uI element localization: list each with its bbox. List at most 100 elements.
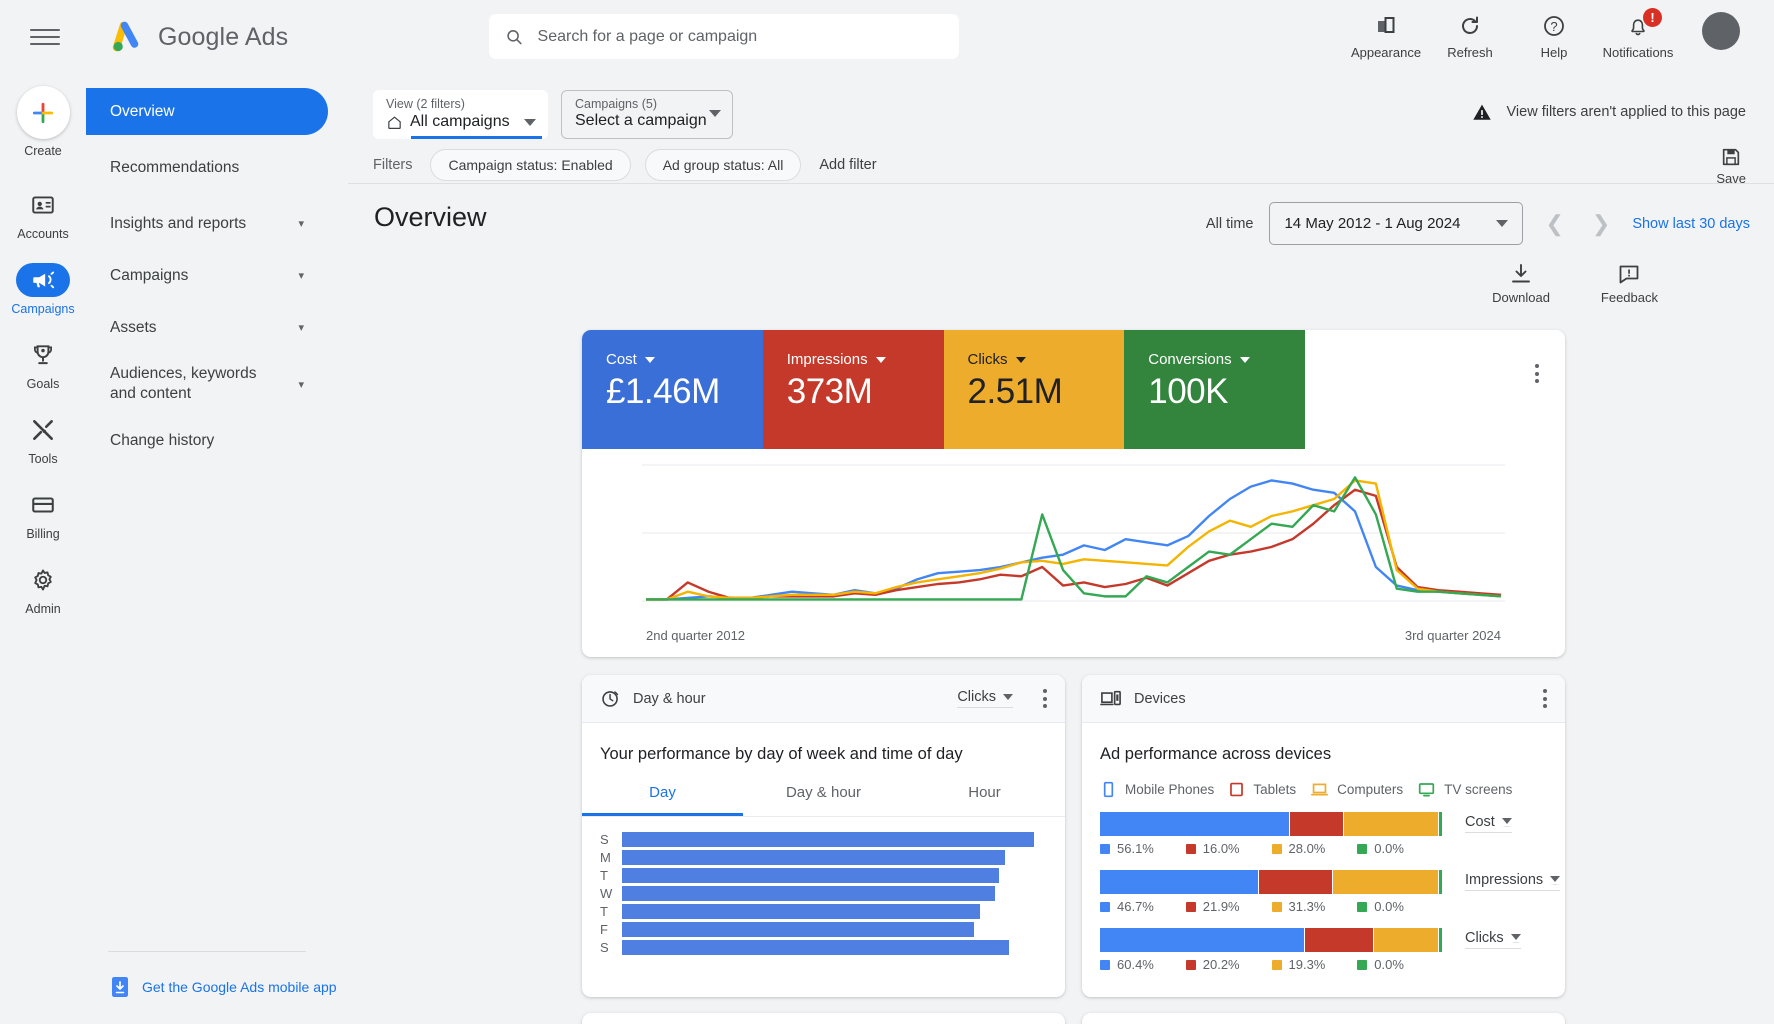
metric-value-impressions: 373M <box>787 372 922 412</box>
device-metric-selector[interactable]: Impressions <box>1443 870 1547 891</box>
metric-card-clicks[interactable]: Clicks 2.51M <box>944 330 1125 449</box>
day-bar-row[interactable]: W <box>600 885 1065 901</box>
rail-item-campaigns[interactable]: Campaigns <box>0 263 86 316</box>
performance-card-menu-button[interactable] <box>1535 364 1539 383</box>
device-bar-group: 46.7%21.9%31.3%0.0% <box>1100 870 1443 914</box>
device-percent-label: 19.3% <box>1289 957 1326 972</box>
metric-label-impressions: Impressions <box>787 351 868 368</box>
refresh-button[interactable]: Refresh <box>1428 8 1512 60</box>
metric-label-conversions: Conversions <box>1148 351 1231 368</box>
tab-day[interactable]: Day <box>582 784 743 816</box>
x-axis-label-start: 2nd quarter 2012 <box>646 628 745 643</box>
performance-card: Cost £1.46M Impressions 373M Clicks 2.51… <box>582 330 1565 657</box>
rail-item-create[interactable]: Create <box>0 86 86 158</box>
day-bar-row[interactable]: T <box>600 903 1065 919</box>
filter-chip-ad-group-status[interactable]: Ad group status: All <box>645 149 802 181</box>
device-bar-group: 56.1%16.0%28.0%0.0% <box>1100 812 1443 856</box>
rail-item-accounts[interactable]: Accounts <box>0 188 86 241</box>
chevron-down-icon <box>1511 934 1521 943</box>
appearance-label: Appearance <box>1351 45 1421 60</box>
device-percent-item: 0.0% <box>1357 957 1443 972</box>
metric-value-cost: £1.46M <box>606 372 741 412</box>
legend-item-computers[interactable]: Computers <box>1310 781 1403 798</box>
metric-card-impressions[interactable]: Impressions 373M <box>763 330 944 449</box>
all-time-label: All time <box>1206 216 1254 232</box>
search-input[interactable] <box>538 28 943 46</box>
download-button[interactable]: Download <box>1492 262 1550 305</box>
day-bar-fill <box>622 850 1005 865</box>
trophy-icon-wrap <box>16 338 70 372</box>
notifications-button[interactable]: ! Notifications <box>1596 8 1680 60</box>
save-button[interactable]: Save <box>1716 146 1746 186</box>
day-bar-row[interactable]: S <box>600 939 1065 955</box>
sidebar-label-overview: Overview <box>110 103 175 121</box>
device-color-swatch <box>1357 960 1367 970</box>
sidebar-item-campaigns[interactable]: Campaigns ▾ <box>86 252 328 299</box>
metric-cards: Cost £1.46M Impressions 373M Clicks 2.51… <box>582 330 1565 449</box>
day-bar-row[interactable]: M <box>600 849 1065 865</box>
menu-icon[interactable] <box>30 22 60 52</box>
legend-item-tablets[interactable]: Tablets <box>1228 781 1296 798</box>
device-percent-item: 19.3% <box>1272 957 1358 972</box>
feedback-icon <box>1617 262 1641 286</box>
day-hour-card-menu-button[interactable] <box>1043 689 1047 708</box>
tab-hour[interactable]: Hour <box>904 784 1065 816</box>
day-bar-row[interactable]: T <box>600 867 1065 883</box>
rail-label-billing: Billing <box>26 527 59 541</box>
chevron-down-icon: ▾ <box>298 217 304 230</box>
day-hour-metric-selector[interactable]: Clicks <box>957 689 1013 708</box>
next-period-button[interactable]: ❯ <box>1586 211 1616 237</box>
sidebar-item-change-history[interactable]: Change history <box>86 417 328 464</box>
chevron-down-icon <box>1502 818 1512 827</box>
notifications-label: Notifications <box>1603 45 1674 60</box>
day-hour-metric-value: Clicks <box>957 689 996 705</box>
device-percent-item: 56.1% <box>1100 841 1186 856</box>
device-bar-segment <box>1100 928 1305 952</box>
devices-card-menu-button[interactable] <box>1543 689 1547 708</box>
day-bar-label: F <box>600 922 622 937</box>
device-percent-label: 20.2% <box>1203 957 1240 972</box>
appearance-button[interactable]: Appearance <box>1344 8 1428 60</box>
help-button[interactable]: ? Help <box>1512 8 1596 60</box>
search-box[interactable] <box>488 13 960 60</box>
legend-item-tv-screens[interactable]: TV screens <box>1417 781 1512 798</box>
legend-label-mobile: Mobile Phones <box>1125 782 1214 797</box>
sidebar-item-recommendations[interactable]: Recommendations <box>86 144 328 191</box>
add-filter-button[interactable]: Add filter <box>819 157 876 173</box>
feedback-label: Feedback <box>1601 290 1658 305</box>
view-selector[interactable]: View (2 filters) All campaigns <box>373 90 548 139</box>
device-metric-selector[interactable]: Cost <box>1443 812 1547 833</box>
sidebar-item-audiences-keywords-and-content[interactable]: Audiences, keywords and content ▾ <box>86 353 328 415</box>
day-bar-fill <box>622 868 999 883</box>
campaign-selector[interactable]: Campaigns (5) Select a campaign <box>561 90 733 139</box>
metric-label-row: Impressions <box>787 351 922 368</box>
day-bar-row[interactable]: F <box>600 921 1065 937</box>
filter-chip-campaign-status[interactable]: Campaign status: Enabled <box>430 149 630 181</box>
device-bar-segment <box>1259 870 1333 894</box>
device-color-swatch <box>1186 902 1196 912</box>
feedback-button[interactable]: Feedback <box>1601 262 1658 305</box>
legend-item-mobile-phones[interactable]: Mobile Phones <box>1100 781 1214 798</box>
date-range-picker[interactable]: 14 May 2012 - 1 Aug 2024 <box>1269 202 1523 245</box>
rail-item-admin[interactable]: Admin <box>0 563 86 616</box>
sidebar-item-overview[interactable]: Overview <box>86 88 328 135</box>
metric-card-conversions[interactable]: Conversions 100K <box>1124 330 1305 449</box>
rail-item-goals[interactable]: Goals <box>0 338 86 391</box>
home-icon <box>386 114 403 131</box>
previous-period-button[interactable]: ❮ <box>1539 211 1569 237</box>
show-last-30-days-button[interactable]: Show last 30 days <box>1632 216 1750 232</box>
rail-item-billing[interactable]: Billing <box>0 488 86 541</box>
avatar[interactable] <box>1702 12 1740 50</box>
device-metric-selector[interactable]: Clicks <box>1443 928 1547 949</box>
chevron-down-icon <box>1550 876 1560 885</box>
metric-card-cost[interactable]: Cost £1.46M <box>582 330 763 449</box>
day-bar-row[interactable]: S <box>600 831 1065 847</box>
tab-day-and-hour[interactable]: Day & hour <box>743 784 904 816</box>
sidebar-item-assets[interactable]: Assets ▾ <box>86 304 328 351</box>
sidebar-label-assets: Assets <box>110 319 157 337</box>
rail-item-tools[interactable]: Tools <box>0 413 86 466</box>
mobile-app-link[interactable]: Get the Google Ads mobile app <box>110 976 337 998</box>
plus-icon <box>30 100 56 126</box>
sidebar-item-insights-and-reports[interactable]: Insights and reports ▾ <box>86 200 328 247</box>
brand-logo[interactable]: Google Ads <box>110 19 288 55</box>
